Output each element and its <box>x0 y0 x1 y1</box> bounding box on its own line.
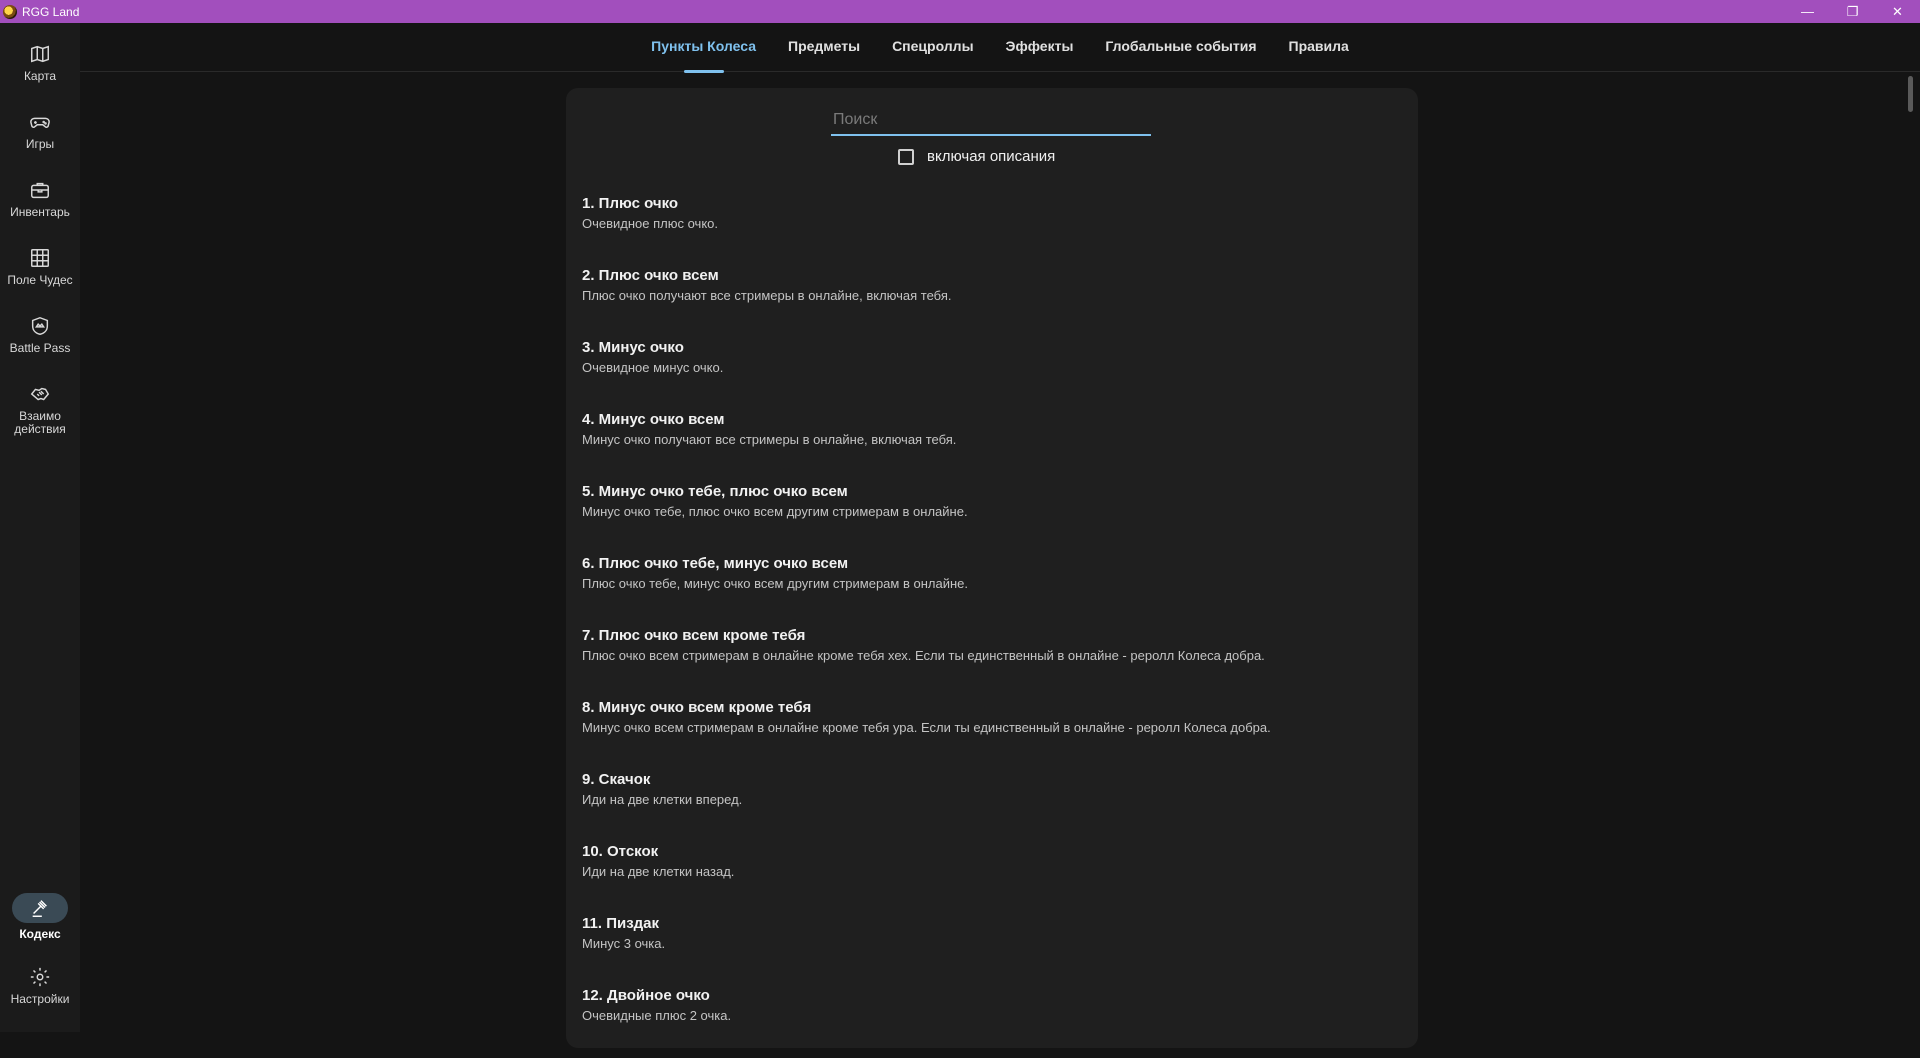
item-title: 8. Минус очко всем кроме тебя <box>582 699 812 716</box>
sidebar: Карта Игры Инвентарь Поле Чудес Battle P… <box>0 23 80 1032</box>
include-descriptions-checkbox[interactable] <box>898 148 914 165</box>
sidebar-item-battle-pass[interactable]: Battle Pass <box>0 315 80 355</box>
list-item: 6. Плюс очко тебе, минус очко всем Плюс о… <box>582 554 1402 626</box>
item-description: Очевидное плюс очко. <box>582 216 718 231</box>
item-description: Очевидное минус очко. <box>582 360 724 375</box>
item-description: Плюс очко получают все стримеры в онлайн… <box>582 288 952 303</box>
sidebar-item-label: Карта <box>23 69 57 83</box>
item-title: 1. Плюс очко <box>582 195 679 212</box>
list-item: 1. Плюс очко Очевидное плюс очко. <box>582 194 1402 266</box>
item-title: 11. Пиздак <box>582 915 660 932</box>
include-descriptions-label: включая описания <box>927 148 1056 165</box>
restore-button[interactable]: ❐ <box>1830 0 1875 23</box>
item-description: Минус 3 очка. <box>582 936 666 951</box>
sidebar-item-label: Игры <box>25 137 55 151</box>
item-description: Минус очко получают все стримеры в онлай… <box>582 432 957 447</box>
list-item: 7. Плюс очко всем кроме тебя Плюс очко вс… <box>582 626 1402 698</box>
list-item: 11. Пиздак Минус 3 очка. <box>582 914 1402 986</box>
item-title: 9. Скачок <box>582 771 651 788</box>
sidebar-item-games[interactable]: Игры <box>0 111 80 151</box>
codex-panel: включая описания 1. Плюс очко Очевидное п… <box>566 88 1418 1048</box>
list-item: 9. Скачок Иди на две клетки вперед. <box>582 770 1402 842</box>
item-description: Иди на две клетки вперед. <box>582 792 743 807</box>
include-descriptions-filter[interactable]: включая описания <box>898 148 1055 165</box>
tab-bar: Пункты Колеса Предметы Спецроллы Эффекты… <box>80 23 1920 73</box>
tab-rules[interactable]: Правила <box>1273 23 1365 72</box>
window-title: RGG Land <box>22 4 80 19</box>
sidebar-item-codex[interactable]: Кодекс <box>0 893 80 941</box>
sidebar-item-map[interactable]: Карта <box>0 43 80 83</box>
list-item: 2. Плюс очко всем Плюс очко получают все … <box>582 266 1402 338</box>
item-title: 5. Минус очко тебе, плюс очко всем <box>582 483 848 500</box>
sidebar-item-label: Инвентарь <box>10 205 70 219</box>
sidebar-item-settings[interactable]: Настройки <box>0 966 80 1006</box>
sidebar-item-label: Кодекс <box>19 927 61 941</box>
list-item: 4. Минус очко всем Минус очко получают вс… <box>582 410 1402 482</box>
grid-icon <box>31 249 49 267</box>
wheel-items-list: 1. Плюс очко Очевидное плюс очко. 2. Плюс… <box>582 194 1402 1058</box>
tab-special-rolls[interactable]: Спецроллы <box>876 23 989 72</box>
item-title: 6. Плюс очко тебе, минус очко всем <box>582 555 849 572</box>
gear-icon <box>30 967 50 987</box>
list-item: 10. Отскок Иди на две клетки назад. <box>582 842 1402 914</box>
list-item: 3. Минус очко Очевидное минус очко. <box>582 338 1402 410</box>
item-description: Минус очко всем стримерам в онлайне кром… <box>582 720 1271 735</box>
item-description: Иди на две клетки назад. <box>582 864 735 879</box>
sidebar-item-label: Battle Pass <box>9 341 71 355</box>
window-controls: — ❐ ✕ <box>1785 0 1920 23</box>
sidebar-item-inventory[interactable]: Инвентарь <box>0 179 80 219</box>
item-description: Плюс очко тебе, минус очко всем другим с… <box>582 576 968 591</box>
list-item: 5. Минус очко тебе, плюс очко всем Минус … <box>582 482 1402 554</box>
tab-items[interactable]: Предметы <box>772 23 876 72</box>
sidebar-item-label: Взаимо действия <box>14 409 66 436</box>
close-button[interactable]: ✕ <box>1875 0 1920 23</box>
item-title: 4. Минус очко всем <box>582 411 725 428</box>
item-title: 10. Отскок <box>582 843 659 860</box>
gavel-icon <box>32 900 47 917</box>
minimize-button[interactable]: — <box>1785 0 1830 23</box>
item-title: 2. Плюс очко всем <box>582 267 719 284</box>
item-title: 7. Плюс очко всем кроме тебя <box>582 627 806 644</box>
sidebar-item-interactions[interactable]: Взаимо действия <box>0 383 80 436</box>
list-item: 12. Двойное очко Очевидные плюс 2 очка. <box>582 986 1402 1058</box>
sidebar-item-label: Настройки <box>10 992 70 1006</box>
item-description: Плюс очко всем стримерам в онлайне кроме… <box>582 648 1265 663</box>
search-input[interactable] <box>831 106 1151 136</box>
briefcase-icon <box>31 182 49 199</box>
handshake-icon <box>30 387 50 401</box>
tab-effects[interactable]: Эффекты <box>990 23 1090 72</box>
sidebar-item-field-of-wonders[interactable]: Поле Чудес <box>0 247 80 287</box>
tab-wheel-items[interactable]: Пункты Колеса <box>635 23 772 73</box>
list-item: 8. Минус очко всем кроме тебя Минус очко … <box>582 698 1402 770</box>
item-title: 3. Минус очко <box>582 339 684 356</box>
item-description: Очевидные плюс 2 очка. <box>582 1008 732 1023</box>
item-description: Минус очко тебе, плюс очко всем другим с… <box>582 504 968 519</box>
gamepad-icon <box>30 117 50 128</box>
scrollbar-thumb[interactable] <box>1908 76 1913 112</box>
active-indicator <box>12 893 68 923</box>
app-logo-icon <box>3 4 17 19</box>
tab-global-events[interactable]: Глобальные события <box>1089 23 1272 72</box>
sidebar-item-label: Поле Чудес <box>7 273 73 287</box>
title-bar: RGG Land — ❐ ✕ <box>0 0 1920 23</box>
item-title: 12. Двойное очко <box>582 987 710 1004</box>
map-icon <box>31 45 49 63</box>
shield-icon <box>31 316 49 336</box>
